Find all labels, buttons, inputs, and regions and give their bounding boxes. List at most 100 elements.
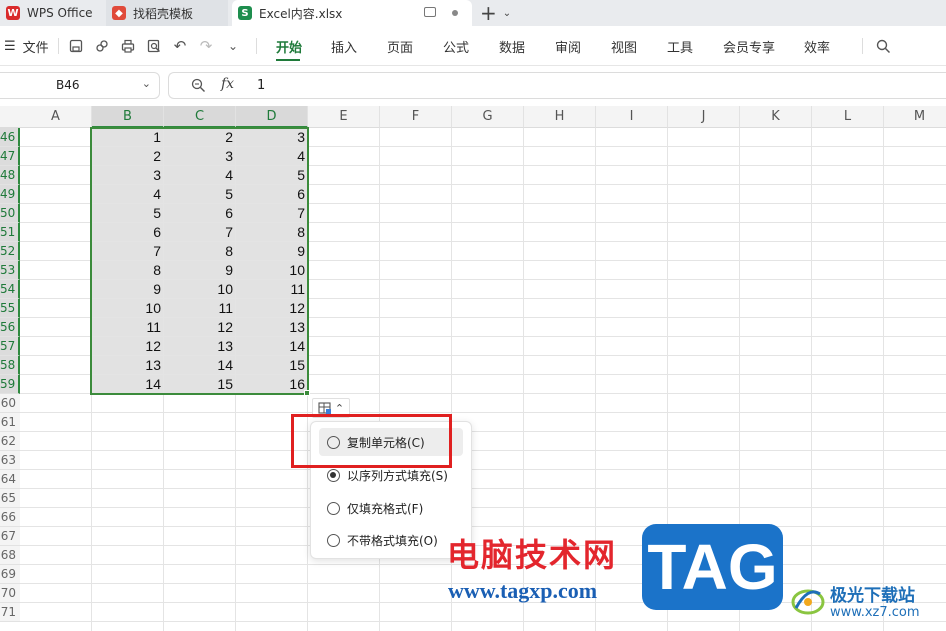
save-icon[interactable] [68,38,84,54]
row-header-57[interactable]: 57 [0,337,20,356]
row-header-54[interactable]: 54 [0,280,20,299]
undo-icon[interactable]: ↶ [172,37,188,55]
watermark-site-name: 电脑技术网 [447,536,618,574]
spreadsheet-icon: S [238,6,252,20]
column-header-i[interactable]: I [596,106,668,128]
chevron-down-icon[interactable]: ⌄ [503,8,511,19]
formula-input[interactable]: fx 1 [168,72,946,99]
menu-data[interactable]: 数据 [499,26,525,66]
tab-wps-office[interactable]: W WPS Office [0,0,104,26]
watermark-xz7-url: www.xz7.com [830,605,920,620]
name-box[interactable]: B46 ⌄ [0,72,160,99]
file-menu-label: 文件 [22,40,49,56]
docer-logo-icon: ◆ [112,6,126,20]
hamburger-icon: ☰ [4,38,16,54]
column-header-d[interactable]: D [236,106,308,128]
column-header-c[interactable]: C [164,106,236,128]
row-header-70[interactable]: 70 [0,584,20,603]
option-fill-formatting[interactable]: 仅填充格式(F) [319,494,463,522]
tab-excel-file[interactable]: S Excel内容.xlsx [232,0,472,26]
menu-insert[interactable]: 插入 [331,26,357,66]
watermark-tag-logo: TAG [642,524,783,610]
select-all-corner[interactable] [0,106,20,128]
column-header-l[interactable]: L [812,106,884,128]
row-header-50[interactable]: 50 [0,204,20,223]
zoom-icon[interactable] [191,78,206,96]
option-fill-without-formatting[interactable]: 不带格式填充(O) [319,526,463,554]
function-icon[interactable]: fx [221,76,234,92]
row-header-46[interactable]: 46 [0,128,20,147]
option-label: 不带格式填充(O) [347,533,438,548]
title-tab-bar: W WPS Office ◆ 找稻壳模板 S Excel内容.xlsx + ⌄ [0,0,946,26]
search-icon[interactable] [875,38,891,54]
row-header-65[interactable]: 65 [0,489,20,508]
row-header-71[interactable]: 71 [0,603,20,622]
row-header-61[interactable]: 61 [0,413,20,432]
row-header-68[interactable]: 68 [0,546,20,565]
menu-view[interactable]: 视图 [611,26,637,66]
active-menu-indicator [276,59,300,61]
formula-bar: B46 ⌄ fx 1 [0,66,946,106]
new-tab-group: + ⌄ [480,0,511,26]
row-gridline [20,431,946,432]
row-header-51[interactable]: 51 [0,223,20,242]
menu-efficiency[interactable]: 效率 [804,26,830,66]
tab-label: 找稻壳模板 [133,6,194,21]
chevron-down-icon[interactable]: ⌄ [225,38,241,54]
row-header-58[interactable]: 58 [0,356,20,375]
column-header-e[interactable]: E [308,106,380,128]
menu-review[interactable]: 审阅 [555,26,581,66]
row-header-49[interactable]: 49 [0,185,20,204]
row-header-67[interactable]: 67 [0,527,20,546]
watermark-xz7: 极光下载站 www.xz7.com [790,578,946,628]
watermark-site-url: www.tagxp.com [448,578,598,603]
fill-handle[interactable] [304,390,310,396]
row-header-56[interactable]: 56 [0,318,20,337]
row-header-62[interactable]: 62 [0,432,20,451]
row-header-63[interactable]: 63 [0,451,20,470]
menu-tools[interactable]: 工具 [667,26,693,66]
window-icon[interactable] [424,7,436,17]
column-header-h[interactable]: H [524,106,596,128]
highlight-annotation-box [291,414,452,468]
divider [58,38,59,54]
chevron-down-icon[interactable]: ⌄ [142,77,151,90]
link-icon[interactable] [94,38,110,54]
option-label: 以序列方式填充(S) [347,468,448,483]
column-header-j[interactable]: J [668,106,740,128]
wps-logo-icon: W [6,6,20,20]
row-header-48[interactable]: 48 [0,166,20,185]
row-header-66[interactable]: 66 [0,508,20,527]
row-header-47[interactable]: 47 [0,147,20,166]
column-header-a[interactable]: A [20,106,92,128]
row-header-55[interactable]: 55 [0,299,20,318]
row-header-59[interactable]: 59 [0,375,20,394]
tab-label: WPS Office [27,6,93,20]
menu-formula[interactable]: 公式 [443,26,469,66]
row-header-53[interactable]: 53 [0,261,20,280]
row-gridline [20,412,946,413]
file-menu-button[interactable]: ☰ 文件 [4,26,49,66]
print-icon[interactable] [120,38,136,54]
radio-icon[interactable] [327,501,340,515]
column-header-g[interactable]: G [452,106,524,128]
radio-icon[interactable] [327,533,340,547]
row-header-60[interactable]: 60 [0,394,20,413]
column-header-k[interactable]: K [740,106,812,128]
column-header-b[interactable]: B [92,106,164,128]
radio-selected-icon[interactable] [327,468,340,482]
new-tab-plus-icon[interactable]: + [480,3,497,23]
menu-membership[interactable]: 会员专享 [723,26,775,66]
watermark-xz7-name: 极光下载站 [830,586,915,606]
row-header-69[interactable]: 69 [0,565,20,584]
menu-page[interactable]: 页面 [387,26,413,66]
print-preview-icon[interactable] [146,38,162,54]
tab-template[interactable]: ◆ 找稻壳模板 [106,0,228,26]
column-header-m[interactable]: M [884,106,946,128]
row-header-52[interactable]: 52 [0,242,20,261]
redo-icon[interactable]: ↷ [198,37,214,55]
divider [256,38,257,54]
column-header-f[interactable]: F [380,106,452,128]
row-header-64[interactable]: 64 [0,470,20,489]
unsaved-dot-icon [452,10,458,16]
